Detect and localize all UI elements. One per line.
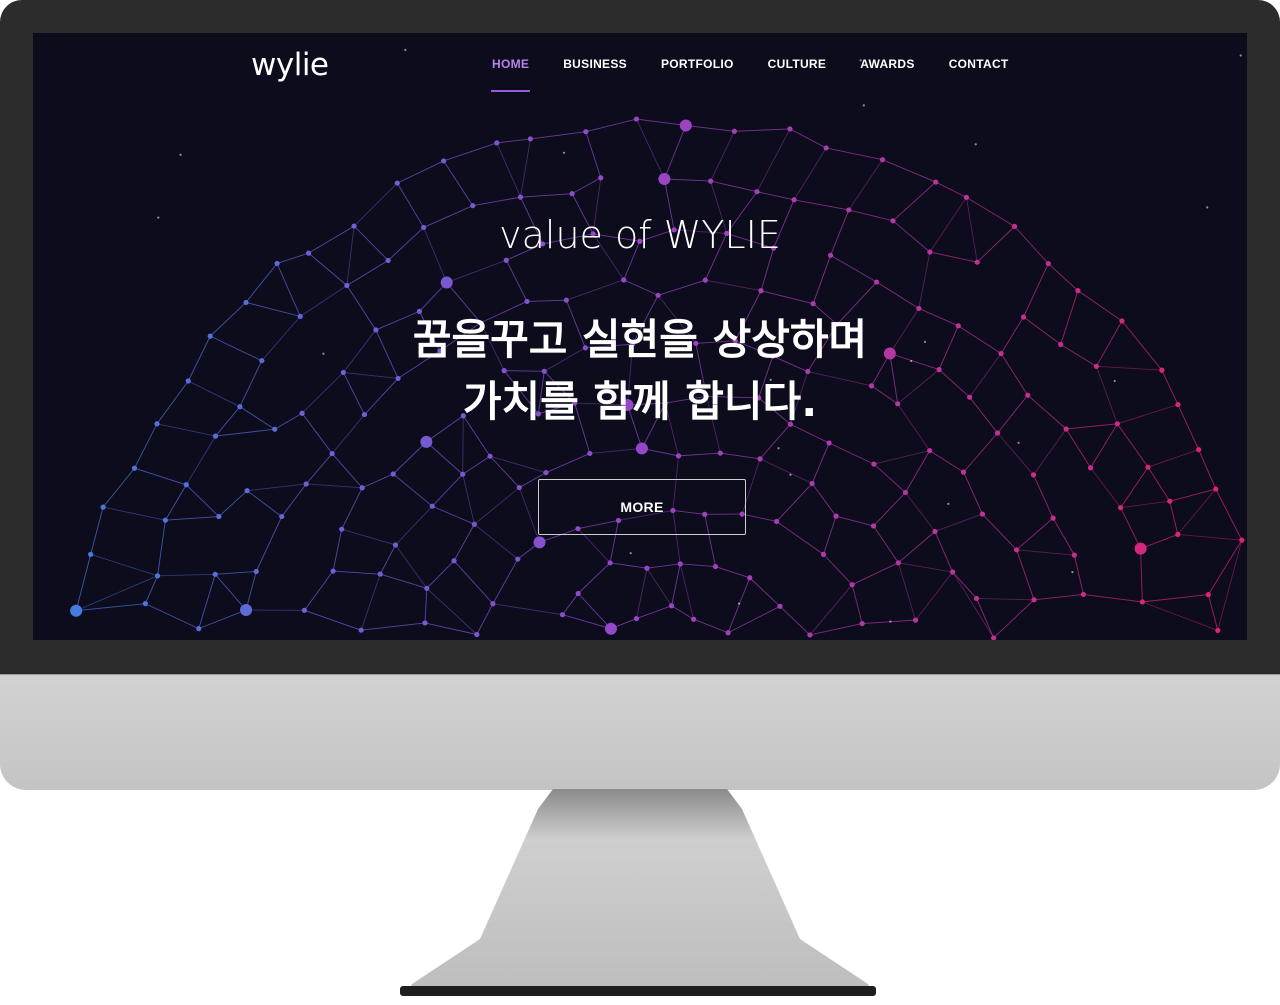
- nav-culture[interactable]: CULTURE: [768, 57, 827, 92]
- monitor-frame: wylie HOME BUSINESS PORTFOLIO CULTURE AW…: [0, 0, 1280, 790]
- nav-awards[interactable]: AWARDS: [860, 57, 914, 92]
- more-button[interactable]: MORE: [538, 479, 746, 535]
- stand-shape: [0, 789, 1280, 1000]
- hero-title-line1: 꿈을꾸고 실현을 상상하며: [33, 309, 1247, 371]
- website-screen: wylie HOME BUSINESS PORTFOLIO CULTURE AW…: [33, 33, 1247, 640]
- monitor-chin: [0, 674, 1280, 790]
- nav-home[interactable]: HOME: [492, 57, 529, 92]
- hero-title-line2: 가치를 함께 합니다.: [33, 371, 1247, 433]
- nav-portfolio[interactable]: PORTFOLIO: [661, 57, 734, 92]
- nav-business[interactable]: BUSINESS: [563, 57, 627, 92]
- nav-contact[interactable]: CONTACT: [949, 57, 1009, 92]
- hero-title: 꿈을꾸고 실현을 상상하며 가치를 함께 합니다.: [33, 309, 1247, 433]
- main-nav: HOME BUSINESS PORTFOLIO CULTURE AWARDS C…: [492, 57, 1043, 92]
- site-logo[interactable]: wylie: [251, 47, 329, 83]
- monitor-stand: [0, 789, 1280, 1000]
- hero-subtitle: value of WYLIE: [33, 213, 1247, 257]
